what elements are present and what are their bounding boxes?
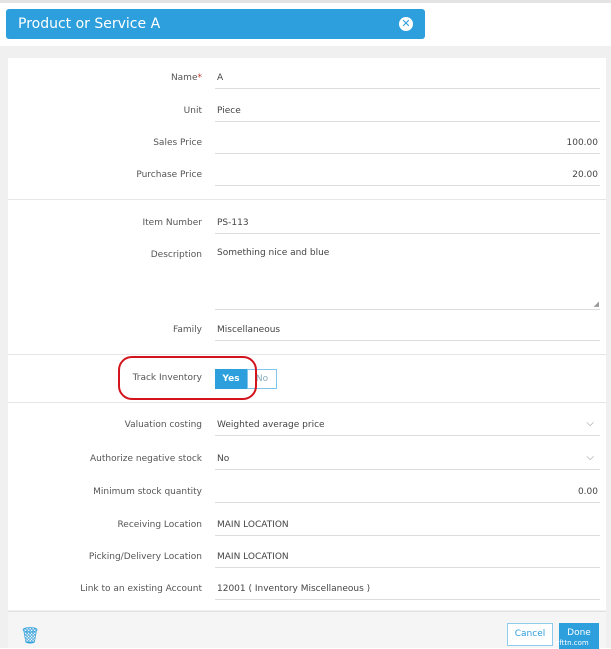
purchase-price-input[interactable]: 20.00 — [215, 166, 600, 186]
dialog-footer: 🗑 Cancel Done — [8, 611, 606, 649]
row-valuation-costing: Valuation costing Weighted average price… — [8, 416, 606, 436]
receiving-location-label: Receiving Location — [117, 520, 202, 530]
row-sales-price: Sales Price 100.00 — [8, 134, 606, 154]
annotation-highlight-circle — [118, 356, 257, 400]
close-icon[interactable]: ✕ — [399, 17, 413, 31]
valuation-costing-select[interactable]: Weighted average price ⌵ — [215, 416, 600, 436]
purchase-price-label: Purchase Price — [136, 170, 202, 180]
item-number-input[interactable]: PS-113 — [215, 214, 600, 234]
authorize-negative-label: Authorize negative stock — [89, 454, 202, 464]
cancel-button[interactable]: Cancel — [507, 623, 553, 646]
row-receiving-location: Receiving Location MAIN LOCATION — [8, 516, 606, 536]
name-input[interactable]: A — [215, 69, 600, 89]
description-text: Something nice and blue — [217, 248, 330, 258]
form-panel: Name* A Unit Piece Sales Price 100.00 Pu… — [8, 58, 606, 610]
authorize-negative-select[interactable]: No ⌵ — [215, 450, 600, 470]
sales-price-label: Sales Price — [153, 138, 202, 148]
chevron-down-icon[interactable]: ⌵ — [586, 418, 594, 429]
top-border — [0, 0, 611, 3]
name-label: Name — [170, 73, 198, 83]
sales-price-input[interactable]: 100.00 — [215, 134, 600, 154]
receiving-location-input[interactable]: MAIN LOCATION — [215, 516, 600, 536]
valuation-costing-label: Valuation costing — [124, 420, 202, 430]
divider — [8, 402, 606, 403]
description-label: Description — [150, 250, 202, 260]
family-label: Family — [173, 325, 202, 335]
required-marker: * — [197, 73, 203, 83]
row-account: Link to an existing Account 12001 ( Inve… — [8, 580, 606, 600]
valuation-costing-value: Weighted average price — [217, 420, 325, 430]
unit-input[interactable]: Piece — [215, 102, 600, 122]
family-input[interactable]: Miscellaneous — [215, 321, 600, 341]
resize-handle-icon[interactable]: ◢ — [594, 300, 599, 308]
minimum-stock-label: Minimum stock quantity — [93, 487, 202, 497]
divider — [8, 354, 606, 355]
minimum-stock-input[interactable]: 0.00 — [215, 483, 600, 503]
picking-location-input[interactable]: MAIN LOCATION — [215, 548, 600, 568]
divider — [8, 199, 606, 200]
row-authorize-negative: Authorize negative stock No ⌵ — [8, 450, 606, 470]
row-family: Family Miscellaneous — [8, 321, 606, 341]
picking-location-label: Picking/Delivery Location — [88, 552, 202, 562]
item-number-label: Item Number — [142, 218, 202, 228]
row-minimum-stock: Minimum stock quantity 0.00 — [8, 483, 606, 503]
dialog-title: Product or Service A — [18, 16, 161, 32]
row-item-number: Item Number PS-113 — [8, 214, 606, 234]
row-track-inventory: Track Inventory Yes No — [8, 369, 606, 389]
trash-icon[interactable]: 🗑 — [20, 626, 40, 645]
row-picking-location: Picking/Delivery Location MAIN LOCATION — [8, 548, 606, 568]
description-textarea[interactable]: Something nice and blue ◢ — [215, 244, 600, 310]
chevron-down-icon[interactable]: ⌵ — [586, 452, 594, 463]
account-input[interactable]: 12001 ( Inventory Miscellaneous ) — [215, 580, 600, 600]
watermark: efttn.com — [555, 639, 589, 647]
dialog-header: Product or Service A ✕ — [6, 9, 425, 39]
row-purchase-price: Purchase Price 20.00 — [8, 166, 606, 186]
unit-label: Unit — [183, 106, 202, 116]
authorize-negative-value: No — [217, 454, 230, 464]
row-unit: Unit Piece — [8, 102, 606, 122]
account-label: Link to an existing Account — [80, 584, 202, 594]
row-name: Name* A — [8, 69, 606, 89]
